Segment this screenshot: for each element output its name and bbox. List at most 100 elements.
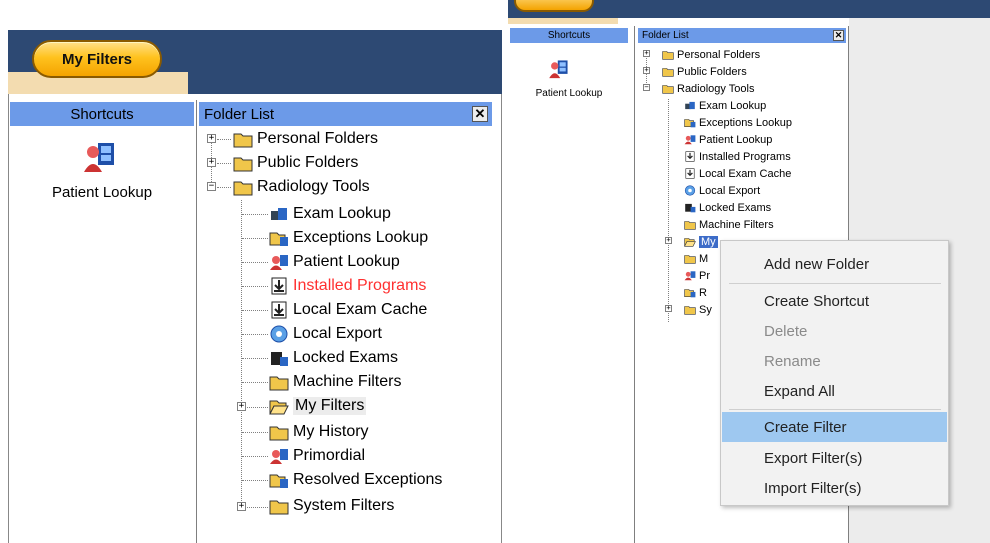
patient-lookup-icon[interactable]: [548, 58, 570, 80]
folder-icon: [684, 255, 696, 264]
pane-divider[interactable]: [634, 26, 635, 543]
close-icon[interactable]: ✕: [472, 106, 488, 122]
folder-tree: + Personal Folders + Public Folders − Ra…: [199, 126, 492, 543]
tree-item-my-history[interactable]: My History: [269, 420, 369, 444]
expand-system-filters[interactable]: +: [665, 305, 672, 312]
tree-item-radiology-tools[interactable]: Radiology Tools: [662, 80, 754, 97]
tree-item-exceptions-lookup[interactable]: Exceptions Lookup: [684, 114, 792, 131]
tree-label: Public Folders: [257, 154, 359, 171]
download-icon: [685, 168, 695, 179]
menu-item-create-shortcut[interactable]: Create Shortcut: [722, 286, 947, 316]
tree-label: Local Exam Cache: [293, 301, 428, 318]
tree-item-installed-programs[interactable]: Installed Programs: [269, 274, 426, 298]
tree-item-system-filters[interactable]: System Filters: [269, 494, 394, 518]
tree-item-patient-lookup[interactable]: Patient Lookup: [269, 250, 400, 274]
tree-item-machine-filters[interactable]: Machine Filters: [269, 370, 401, 394]
tree-item-my-filters[interactable]: My Filters: [269, 394, 367, 418]
tree-line: [217, 187, 231, 188]
menu-item-expand-all[interactable]: Expand All: [722, 376, 947, 406]
tree-item-system-filters[interactable]: Sy: [684, 301, 712, 318]
tree-item-locked-exams[interactable]: Locked Exams: [684, 199, 771, 216]
tree-item-installed-programs[interactable]: Installed Programs: [684, 148, 791, 165]
folder-icon: [233, 181, 253, 196]
tree-item-personal-folders[interactable]: Personal Folders: [233, 127, 378, 151]
tree-item-personal-folders[interactable]: Personal Folders: [662, 46, 760, 63]
tree-line: [242, 456, 268, 457]
menu-item-add-new-folder[interactable]: Add new Folder: [722, 249, 947, 279]
tree-label: My: [699, 235, 718, 248]
tree-item-local-exam-cache[interactable]: Local Exam Cache: [684, 165, 791, 182]
folder-icon: [269, 500, 289, 515]
menu-item-export-filters[interactable]: Export Filter(s): [722, 443, 947, 473]
tree-item-local-export[interactable]: Local Export: [684, 182, 760, 199]
expand-personal-folders[interactable]: +: [207, 134, 216, 143]
folder-icon: [662, 51, 674, 60]
tree-item-primordial[interactable]: Primordial: [269, 444, 365, 468]
tree-item-resolved-exceptions[interactable]: R: [684, 284, 707, 301]
folder-list-title: Folder List: [642, 30, 689, 41]
expand-public-folders[interactable]: +: [207, 158, 216, 167]
tree-line: [242, 432, 268, 433]
folder-list-header: Folder List ✕: [199, 102, 492, 126]
shortcut-patient-lookup[interactable]: Patient Lookup: [10, 184, 194, 201]
tree-item-my-history[interactable]: M: [684, 250, 708, 267]
expand-my-filters[interactable]: +: [665, 237, 672, 244]
tree-line: [242, 310, 268, 311]
expand-public-folders[interactable]: +: [643, 67, 650, 74]
tree-label: Local Export: [293, 325, 382, 342]
tree-item-my-filters[interactable]: My: [684, 233, 718, 250]
tree-item-local-exam-cache[interactable]: Local Exam Cache: [269, 298, 427, 322]
locked-exams-icon: [685, 203, 696, 213]
folder-icon: [662, 85, 674, 94]
tree-line: [242, 238, 268, 239]
tree-label: Pr: [699, 269, 710, 282]
folder-list-title: Folder List: [204, 105, 275, 123]
close-icon[interactable]: ✕: [833, 30, 844, 41]
tree-label: Locked Exams: [699, 201, 772, 214]
tree-label: Personal Folders: [257, 130, 378, 147]
tree-item-exam-lookup[interactable]: Exam Lookup: [269, 202, 391, 226]
tree-line: [247, 407, 268, 408]
tree-line: [242, 358, 268, 359]
locked-exams-icon: [271, 352, 288, 366]
tree-label: My Filters: [293, 397, 367, 415]
tree-item-radiology-tools[interactable]: Radiology Tools: [233, 175, 370, 199]
expand-personal-folders[interactable]: +: [643, 50, 650, 57]
tree-item-exam-lookup[interactable]: Exam Lookup: [684, 97, 766, 114]
tree-line: [242, 286, 268, 287]
tree-item-machine-filters[interactable]: Machine Filters: [684, 216, 774, 233]
folder-icon: [684, 306, 696, 315]
tree-item-primordial[interactable]: Pr: [684, 267, 710, 284]
shortcut-patient-lookup[interactable]: Patient Lookup: [510, 88, 628, 99]
pane-divider[interactable]: [196, 100, 197, 543]
tree-item-local-export[interactable]: Local Export: [269, 322, 382, 346]
tree-label: Locked Exams: [293, 349, 398, 366]
download-icon: [685, 151, 695, 162]
expand-my-filters[interactable]: +: [237, 402, 246, 411]
tree-item-patient-lookup[interactable]: Patient Lookup: [684, 131, 772, 148]
tree-label: Exam Lookup: [293, 205, 391, 222]
collapse-radiology-tools[interactable]: −: [643, 84, 650, 91]
menu-separator: [729, 409, 941, 410]
tree-item-resolved-exceptions[interactable]: Resolved Exceptions: [269, 468, 442, 492]
tree-label: Local Exam Cache: [699, 167, 792, 180]
tree-item-public-folders[interactable]: Public Folders: [233, 151, 358, 175]
open-folder-icon: [269, 400, 289, 415]
tree-label: Exceptions Lookup: [699, 116, 792, 129]
menu-item-create-filter[interactable]: Create Filter: [722, 412, 947, 442]
context-menu: Add new Folder Create Shortcut Delete Re…: [720, 240, 949, 506]
patient-lookup-icon[interactable]: [82, 140, 118, 174]
tree-item-public-folders[interactable]: Public Folders: [662, 63, 747, 80]
patient-lookup-icon: [684, 135, 696, 145]
collapse-radiology-tools[interactable]: −: [207, 182, 216, 191]
tree-label: Radiology Tools: [677, 82, 755, 95]
my-filters-tab[interactable]: My Filters: [32, 40, 162, 78]
exam-lookup-icon: [271, 208, 287, 220]
tree-item-exceptions-lookup[interactable]: Exceptions Lookup: [269, 226, 428, 250]
tree-label: M: [699, 252, 709, 265]
tab-partial[interactable]: [514, 0, 594, 12]
menu-item-import-filters[interactable]: Import Filter(s): [722, 473, 947, 503]
expand-system-filters[interactable]: +: [237, 502, 246, 511]
tree-label: Personal Folders: [677, 48, 761, 61]
tree-item-locked-exams[interactable]: Locked Exams: [269, 346, 398, 370]
